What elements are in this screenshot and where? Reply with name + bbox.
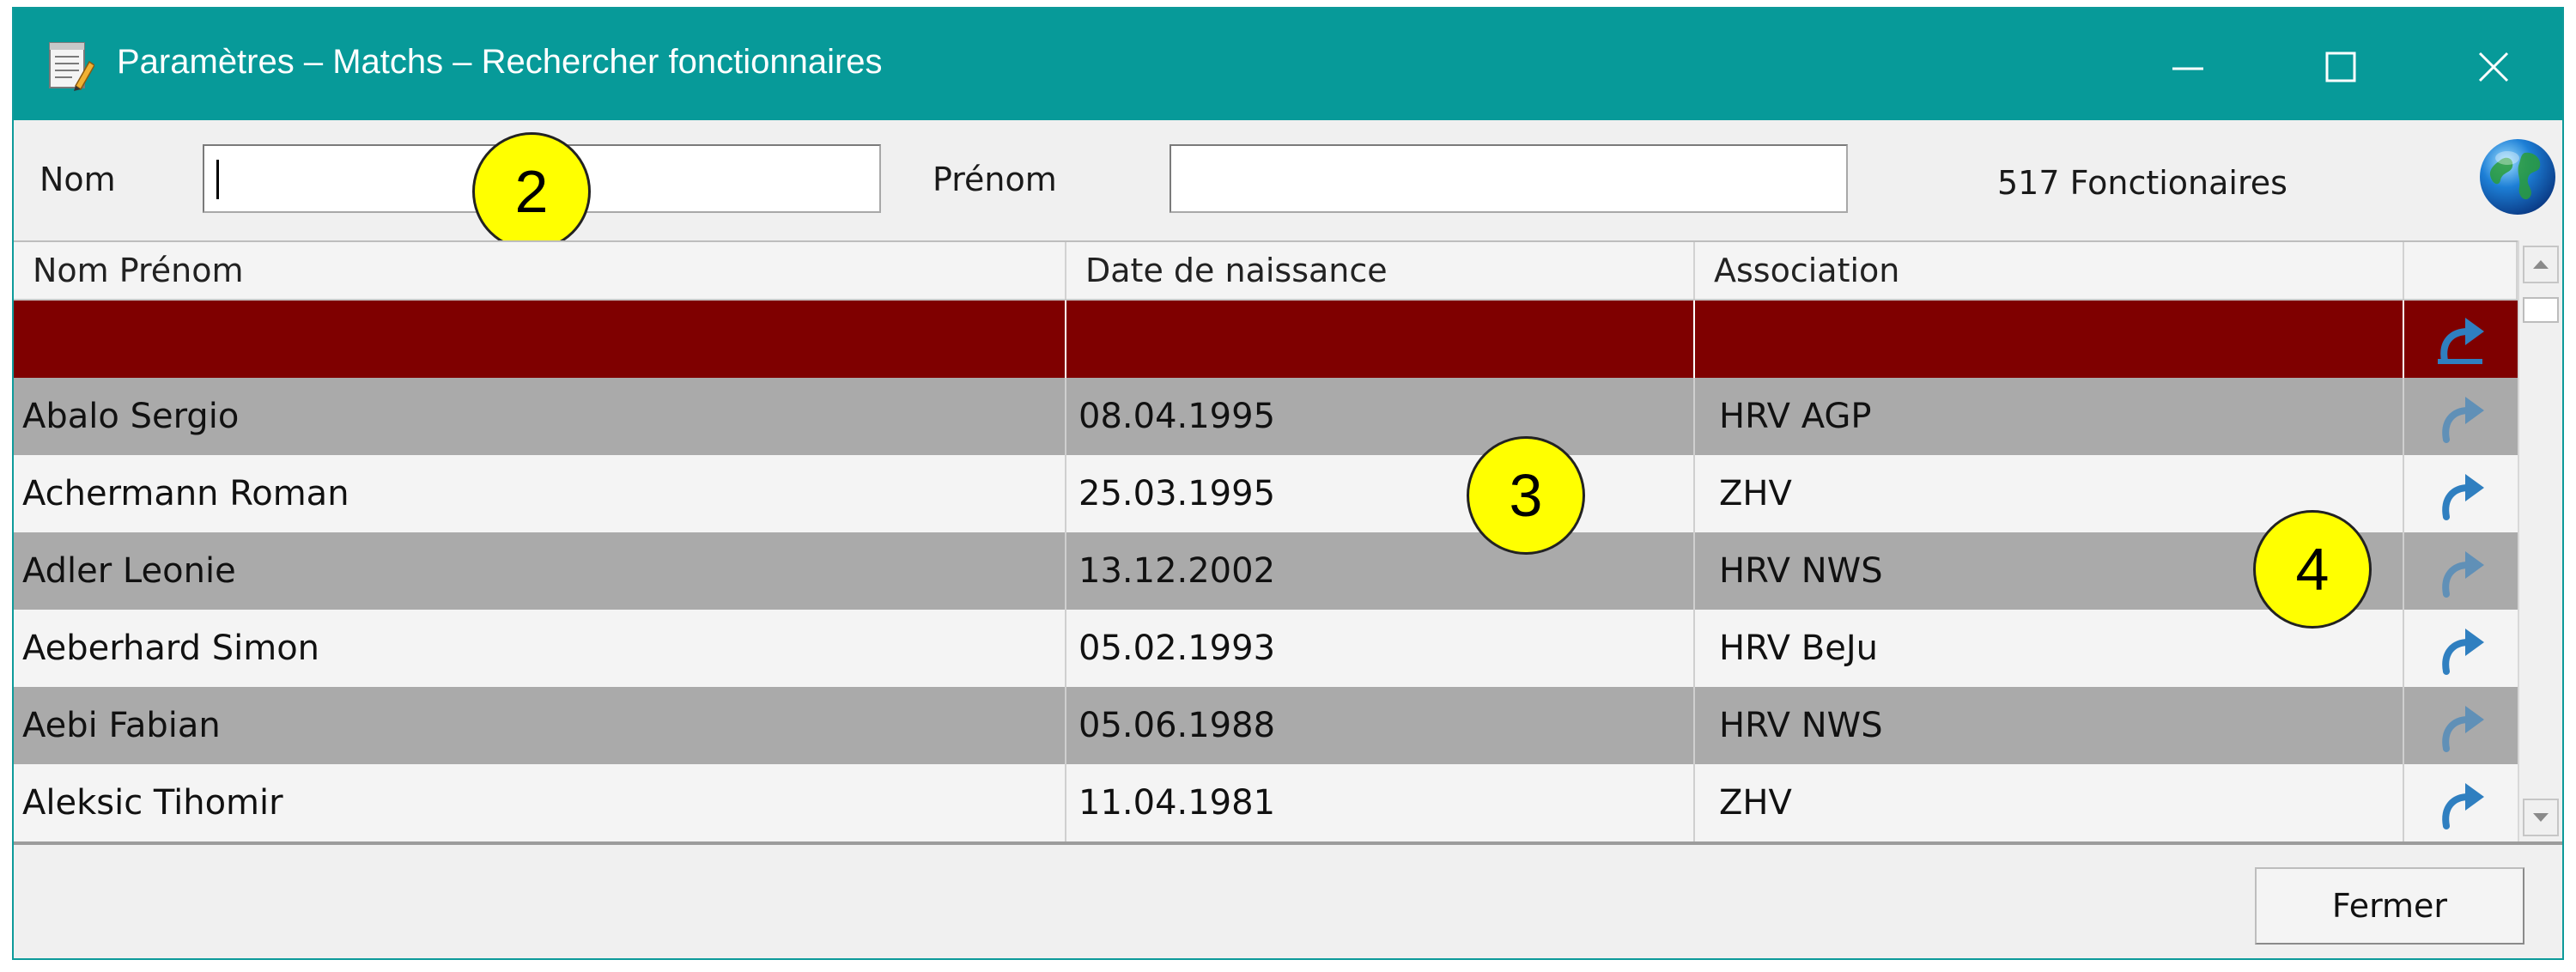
callout-badge-3: 3 — [1467, 436, 1585, 555]
cell-name: Aebi Fabian — [14, 687, 1066, 764]
notepad-icon — [49, 42, 94, 91]
redo-arrow-icon[interactable] — [2433, 388, 2489, 445]
table-bottom-divider — [14, 841, 2562, 845]
redo-arrow-icon[interactable] — [2433, 465, 2489, 522]
cell-birthdate: 13.12.2002 — [1066, 532, 1695, 610]
cell-name — [14, 301, 1066, 378]
row-action[interactable] — [2404, 610, 2518, 687]
chevron-down-icon — [2533, 813, 2549, 822]
search-officials-window: Paramètres – Matchs – Rechercher fonctio… — [12, 7, 2564, 960]
officials-table: Nom Prénom Date de naissance Association — [14, 240, 2518, 841]
cell-association: HRV NWS — [1695, 687, 2404, 764]
close-icon[interactable] — [2468, 41, 2519, 93]
cell-birthdate: 05.02.1993 — [1066, 610, 1695, 687]
officials-count: 517 Fonctionaires — [1997, 164, 2287, 202]
cell-birthdate: 08.04.1995 — [1066, 378, 1695, 455]
globe-icon[interactable] — [2476, 136, 2559, 218]
cell-birthdate — [1066, 301, 1695, 378]
close-button[interactable]: Fermer — [2255, 867, 2524, 945]
chevron-up-icon — [2533, 260, 2549, 269]
redo-arrow-icon[interactable] — [2433, 311, 2489, 368]
cell-association — [1695, 301, 2404, 378]
nom-label: Nom — [39, 161, 116, 198]
table-row[interactable]: Adler Leonie 13.12.2002 HRV NWS — [14, 532, 2518, 610]
cell-name: Achermann Roman — [14, 455, 1066, 532]
text-caret — [216, 160, 219, 199]
scroll-thumb[interactable] — [2523, 297, 2559, 323]
vertical-scrollbar[interactable] — [2518, 240, 2562, 841]
table-row[interactable]: Abalo Sergio 08.04.1995 HRV AGP — [14, 378, 2518, 455]
window-title: Paramètres – Matchs – Rechercher fonctio… — [117, 43, 883, 81]
redo-arrow-icon[interactable] — [2433, 775, 2489, 831]
prenom-input[interactable] — [1170, 144, 1848, 213]
title-bar[interactable]: Paramètres – Matchs – Rechercher fonctio… — [14, 9, 2562, 120]
maximize-icon[interactable] — [2315, 41, 2366, 93]
table-row-selected[interactable] — [14, 301, 2518, 378]
column-header-action — [2404, 242, 2518, 299]
column-header-birthdate[interactable]: Date de naissance — [1066, 242, 1695, 299]
callout-badge-2: 2 — [472, 132, 591, 251]
callout-badge-4: 4 — [2253, 510, 2372, 629]
scroll-up-button[interactable] — [2523, 246, 2559, 283]
table-row[interactable]: Aeberhard Simon 05.02.1993 HRV BeJu — [14, 610, 2518, 687]
cell-birthdate: 05.06.1988 — [1066, 687, 1695, 764]
cell-association: ZHV — [1695, 764, 2404, 841]
row-action[interactable] — [2404, 532, 2518, 610]
table-row[interactable]: Aebi Fabian 05.06.1988 HRV NWS — [14, 687, 2518, 764]
row-action[interactable] — [2404, 687, 2518, 764]
table-header: Nom Prénom Date de naissance Association — [14, 242, 2518, 301]
redo-arrow-icon[interactable] — [2433, 697, 2489, 754]
row-action[interactable] — [2404, 378, 2518, 455]
cell-association: HRV AGP — [1695, 378, 2404, 455]
row-action[interactable] — [2404, 455, 2518, 532]
table-row[interactable]: Achermann Roman 25.03.1995 ZHV — [14, 455, 2518, 532]
redo-arrow-icon[interactable] — [2433, 620, 2489, 677]
scroll-down-button[interactable] — [2523, 799, 2559, 836]
cell-birthdate: 25.03.1995 — [1066, 455, 1695, 532]
cell-name: Aleksic Tihomir — [14, 764, 1066, 841]
row-action[interactable] — [2404, 764, 2518, 841]
cell-name: Abalo Sergio — [14, 378, 1066, 455]
cell-name: Adler Leonie — [14, 532, 1066, 610]
column-header-name[interactable]: Nom Prénom — [14, 242, 1066, 299]
minimize-icon[interactable] — [2162, 41, 2214, 93]
column-header-association[interactable]: Association — [1695, 242, 2404, 299]
redo-arrow-icon[interactable] — [2433, 543, 2489, 599]
cell-birthdate: 11.04.1981 — [1066, 764, 1695, 841]
cell-name: Aeberhard Simon — [14, 610, 1066, 687]
prenom-label: Prénom — [933, 161, 1057, 198]
table-row[interactable]: Aleksic Tihomir 11.04.1981 ZHV — [14, 764, 2518, 841]
row-action[interactable] — [2404, 301, 2518, 378]
